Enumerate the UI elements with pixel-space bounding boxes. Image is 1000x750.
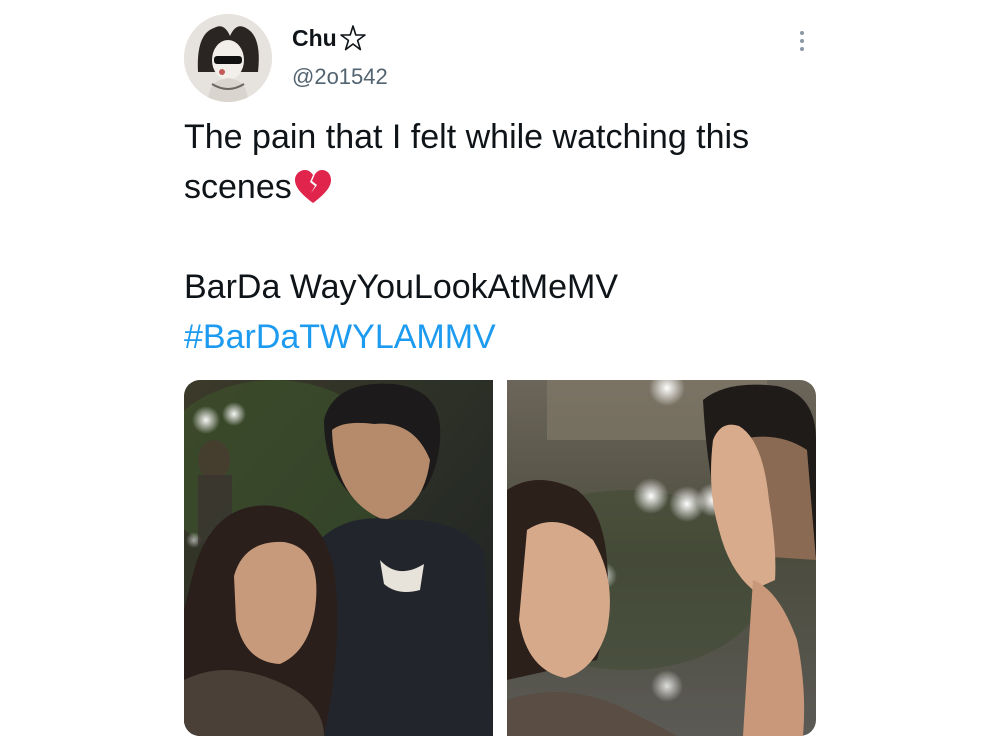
menu-dot (800, 31, 804, 35)
display-name-text: Chu (292, 24, 337, 51)
avatar-image (184, 14, 272, 102)
hashtag-link[interactable]: #BarDaTWYLAMMV (184, 318, 496, 356)
star-icon (339, 25, 366, 51)
more-vertical-icon[interactable] (790, 26, 814, 56)
user-handle[interactable]: @2o1542 (292, 64, 388, 90)
menu-dot (800, 39, 804, 43)
photo-left[interactable] (184, 380, 493, 736)
photo-right[interactable] (507, 380, 816, 736)
photo-right-image (507, 380, 816, 736)
media-grid (184, 380, 816, 736)
tweet: Chu @2o1542 The pain that I felt while w… (0, 0, 1000, 750)
tweet-line-2: BarDa WayYouLookAtMeMV (184, 268, 619, 306)
display-name[interactable]: Chu (292, 24, 367, 52)
menu-dot (800, 47, 804, 51)
tweet-text: The pain that I felt while watching this… (184, 112, 844, 362)
photo-left-image (184, 380, 493, 736)
tweet-line-1: The pain that I felt while watching this… (184, 112, 844, 212)
tweet-line-1-text: The pain that I felt while watching this… (184, 118, 750, 206)
avatar[interactable] (184, 14, 272, 102)
broken-heart-icon (294, 170, 331, 203)
